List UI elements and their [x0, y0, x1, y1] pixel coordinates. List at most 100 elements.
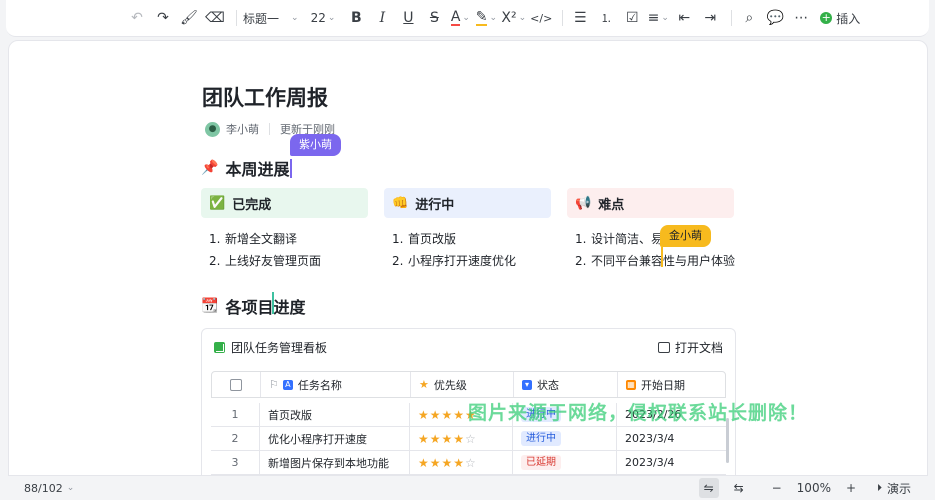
wide-view-icon[interactable]: ⇆ [729, 478, 749, 498]
column-header[interactable]: 👊 进行中 [384, 188, 551, 218]
plus-icon: + [820, 11, 833, 24]
numbered-list-icon[interactable]: ⒈ [595, 6, 617, 30]
avatar[interactable]: ● [205, 121, 220, 137]
star-rating: ★★★★☆ [418, 431, 477, 446]
table-row[interactable]: 2 优化小程序打开速度 ★★★★☆ 进行中 2023/3/4 [211, 427, 726, 451]
section-heading-text: 本周进展 [225, 160, 290, 179]
strikethrough-icon[interactable]: S [423, 6, 445, 30]
redo-icon[interactable]: ↷ [152, 6, 174, 30]
page-view-icon[interactable]: ⇋ [698, 478, 719, 498]
more-icon[interactable]: ⋯ [790, 6, 812, 30]
author-name[interactable]: 李小萌 [226, 121, 259, 137]
column-header-task[interactable]: ⚐ A 任务名称 [261, 372, 411, 397]
column-header-label: 状态 [537, 378, 559, 392]
column-done: ✅ 已完成 1. 新增全文翻译 2. 上线好友管理页面 [201, 188, 368, 272]
start-date-cell[interactable]: 2023/3/4 [617, 451, 724, 474]
start-date-cell[interactable]: 2023/3/4 [617, 427, 724, 450]
font-size-value: 22 [310, 11, 326, 25]
status-badge: 已延期 [521, 455, 561, 470]
date-field-icon: ▦ [626, 379, 636, 390]
list-item[interactable]: 2. 不同平台兼容性与用户体验 [575, 250, 735, 272]
heading-select[interactable]: 标题一 ⌄ [243, 6, 299, 30]
page-title[interactable]: 团队工作周报 [202, 82, 328, 112]
font-size-select[interactable]: 22 ⌄ [311, 6, 336, 30]
section-heading-projects[interactable]: 📆 各项目进度 [201, 294, 305, 318]
task-board-title[interactable]: 团队任务管理看板 [231, 339, 327, 356]
toolbar-divider [236, 10, 237, 26]
check-mark-icon: ✅ [209, 195, 226, 211]
column-header-status[interactable]: ▾ 状态 [514, 372, 618, 397]
page-count[interactable]: 88/102 ⌄ [24, 482, 74, 495]
list-item-text: 首页改版 [408, 232, 457, 246]
calendar-icon: 📆 [201, 298, 219, 314]
present-label: 演示 [886, 481, 911, 496]
status-badge: 进行中 [521, 431, 561, 446]
column-title: 已完成 [232, 197, 272, 213]
status-bar-controls: ⇋ ⇆ − 100% + ⏵ 演示 [689, 478, 911, 498]
insert-button[interactable]: + 插入 [820, 6, 860, 30]
column-header-priority[interactable]: ★ 优先级 [411, 372, 514, 397]
list-item-text: 新增全文翻译 [225, 232, 298, 246]
column-header-label: 优先级 [433, 378, 467, 392]
outdent-icon[interactable]: ⇤ [673, 6, 695, 30]
indent-icon[interactable]: ⇥ [699, 6, 721, 30]
highlight-icon[interactable]: ✎ ⌄ [475, 6, 497, 30]
priority-cell[interactable]: ★★★★☆ [410, 427, 513, 450]
fist-icon: 👊 [392, 195, 409, 211]
column-header[interactable]: 📢 难点 [567, 188, 734, 218]
task-name-cell[interactable]: 新增图片保存到本地功能 [260, 451, 410, 474]
open-external-icon [657, 341, 670, 353]
format-painter-icon[interactable]: 🖌 [178, 6, 200, 30]
column-title: 难点 [598, 197, 625, 213]
checklist-icon[interactable]: ☑ [621, 6, 643, 30]
list-item[interactable]: 1. 新增全文翻译 [209, 228, 368, 250]
collab-cursor-name: 紫小萌 [299, 138, 332, 151]
play-icon: ⏵ [876, 482, 882, 494]
clear-format-icon[interactable]: ⌫ [204, 6, 226, 30]
column-header-label: 任务名称 [297, 378, 342, 392]
status-cell[interactable]: 已延期 [513, 451, 617, 474]
open-document-button[interactable]: 打开文档 [657, 339, 723, 356]
align-icon[interactable]: ≡ ⌄ [647, 6, 669, 30]
present-button[interactable]: ⏵ 演示 [877, 478, 911, 498]
zoom-out-icon[interactable]: − [767, 478, 787, 498]
flag-icon: ⚐ [269, 378, 279, 391]
table-row[interactable]: 3 新增图片保存到本地功能 ★★★★☆ 已延期 2023/3/4 [211, 451, 726, 475]
bold-icon[interactable]: B [345, 6, 367, 30]
underline-icon[interactable]: U [397, 6, 419, 30]
priority-cell[interactable]: ★★★★☆ [410, 451, 513, 474]
zoom-level[interactable]: 100% [797, 478, 831, 498]
insert-label: 插入 [836, 11, 861, 26]
list-item[interactable]: 1. 首页改版 [392, 228, 551, 250]
list-item[interactable]: 2. 上线好友管理页面 [209, 250, 368, 272]
status-cell[interactable]: 进行中 [513, 427, 617, 450]
search-icon[interactable]: ⌕ [738, 6, 760, 30]
task-name-cell[interactable]: 优化小程序打开速度 [260, 427, 410, 450]
list-item-text: 小程序打开速度优化 [408, 254, 517, 268]
comment-icon[interactable]: 💬 [764, 6, 786, 30]
row-number: 2 [211, 427, 260, 450]
task-name-cell[interactable]: 首页改版 [260, 403, 410, 426]
open-document-label: 打开文档 [674, 340, 723, 355]
column-header[interactable]: ✅ 已完成 [201, 188, 368, 218]
select-all-cell[interactable] [212, 372, 261, 397]
editor-toolbar: ↶ ↷ 🖌 ⌫ 标题一 ⌄ 22 ⌄ B I U S A ⌄ ✎ ⌄ X² ⌄ </> ☰… [6, 0, 929, 37]
code-icon[interactable]: </> [530, 6, 552, 30]
italic-icon[interactable]: I [371, 6, 393, 30]
zoom-in-icon[interactable]: + [841, 478, 861, 498]
section-heading-progress[interactable]: 📌 本周进展 [201, 156, 293, 180]
table-header-row: ⚐ A 任务名称 ★ 优先级 ▾ 状态 ▦ 开始日期 [211, 371, 726, 398]
chevron-down-icon: ⌄ [291, 13, 299, 23]
megaphone-icon: 📢 [575, 195, 592, 211]
column-header-start-date[interactable]: ▦ 开始日期 [618, 372, 725, 397]
heading-select-value: 标题一 [243, 11, 280, 26]
list-item[interactable]: 2. 小程序打开速度优化 [392, 250, 551, 272]
column-header-label: 开始日期 [641, 378, 685, 392]
font-color-icon[interactable]: A ⌄ [449, 6, 471, 30]
chevron-down-icon: ⌄ [327, 13, 336, 23]
undo-icon[interactable]: ↶ [126, 6, 148, 30]
bullet-list-icon[interactable]: ☰ [569, 6, 591, 30]
superscript-icon[interactable]: X² ⌄ [501, 6, 526, 30]
column-title: 进行中 [415, 197, 455, 213]
select-all-checkbox[interactable] [230, 378, 242, 391]
